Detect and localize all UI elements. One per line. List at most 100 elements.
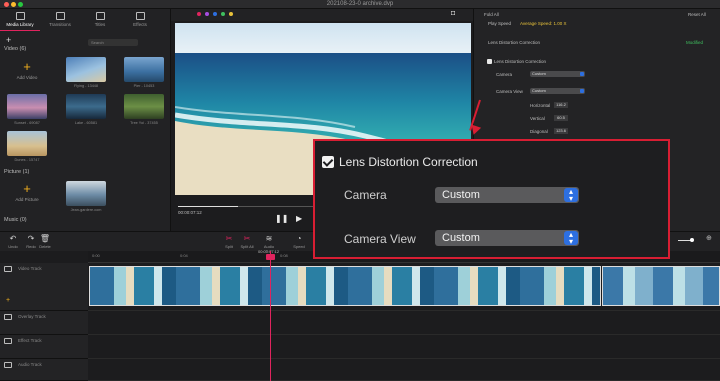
library-toolbar: + Search — [0, 32, 171, 46]
lens-section-header[interactable]: Lens Distortion Correction — [488, 40, 540, 45]
add-track-plus-icon[interactable]: + — [6, 297, 10, 304]
audio-track-icon — [4, 362, 12, 368]
video-section-header[interactable]: Video (6) — [4, 46, 26, 52]
tab-media-library[interactable]: Media Library — [0, 9, 40, 31]
tab-transitions[interactable]: Transitions — [40, 9, 80, 31]
camera-select-small[interactable]: Custom — [530, 71, 585, 77]
effect-track-icon — [4, 338, 12, 344]
video-clip-main[interactable] — [89, 266, 601, 306]
video-thumb-4[interactable] — [66, 94, 106, 119]
green-color-dot[interactable] — [221, 12, 225, 16]
media-library-panel: Media Library Transitions Titles Effects… — [0, 9, 171, 231]
video-track-icon — [4, 266, 12, 272]
video-thumb-2[interactable] — [124, 57, 164, 82]
video-clip-second[interactable] — [602, 266, 720, 306]
modified-badge: Modified — [686, 40, 704, 45]
media-library-icon — [15, 12, 25, 20]
video-track-header: Video Track + — [0, 263, 88, 311]
play-speed-value: Average Speed: 1.00 X — [520, 21, 567, 26]
chevron-updown-icon: ▴ ▾ — [564, 188, 578, 203]
play-speed-label: Play Speed — [488, 21, 512, 26]
titles-icon — [95, 12, 105, 20]
diagonal-value[interactable]: 123.6 — [554, 128, 568, 134]
video-thumb-6[interactable] — [7, 131, 47, 156]
import-plus-icon[interactable]: + — [6, 35, 11, 45]
effect-track-lane[interactable] — [88, 335, 720, 359]
yellow-color-dot[interactable] — [229, 12, 233, 16]
zoom-slider-handle[interactable] — [690, 238, 694, 242]
split-button[interactable]: ✂ Split — [220, 234, 238, 249]
audio-track-lane[interactable] — [88, 359, 720, 381]
tab-titles[interactable]: Titles — [80, 9, 120, 31]
delete-button[interactable]: 🗑 Delete — [36, 234, 54, 249]
add-picture-plus-icon: + — [23, 181, 31, 196]
library-search-input[interactable]: Search — [88, 39, 138, 46]
play-button[interactable]: ▶ — [296, 214, 302, 223]
pause-button[interactable]: ❚❚ — [275, 214, 288, 223]
zoom-in-icon[interactable]: ⊕ — [706, 234, 712, 242]
video-thumb-5[interactable] — [124, 94, 164, 119]
camera-view-select-small[interactable]: Custom — [530, 88, 585, 94]
preview-toolbar: ◘ — [171, 9, 473, 21]
picture-section-header[interactable]: Picture (1) — [4, 169, 29, 175]
camera-select[interactable]: Custom ▴ ▾ — [435, 187, 579, 203]
effects-icon — [135, 12, 145, 20]
lens-correction-label-small: Lens Distortion Correction — [494, 59, 547, 64]
library-tabs: Media Library Transitions Titles Effects — [0, 9, 171, 31]
undo-button[interactable]: ↶ Undo — [4, 234, 22, 249]
red-color-dot[interactable] — [197, 12, 201, 16]
camera-icon[interactable]: ◘ — [451, 10, 455, 17]
speed-button[interactable]: ◔ Speed — [290, 234, 308, 249]
fold-all-button[interactable]: Fold All — [484, 12, 499, 17]
music-section-header[interactable]: Music (0) — [4, 217, 27, 223]
audio-track-header: Audio Track — [0, 359, 88, 381]
playback-progress — [178, 206, 238, 207]
video-thumb-6-label: Dunes - 15747 — [14, 158, 40, 162]
title-bar: 202108-23-0 archive.dvp — [0, 0, 720, 9]
tab-effects[interactable]: Effects — [120, 9, 160, 31]
audio-edit-icon: ≋ — [265, 234, 273, 243]
split-all-button[interactable]: ✂ Split All — [238, 234, 256, 249]
video-thumb-1[interactable] — [66, 57, 106, 82]
camera-view-label: Camera View — [344, 232, 416, 246]
lens-correction-checkbox[interactable] — [322, 156, 334, 168]
video-thumb-3[interactable] — [7, 94, 47, 119]
lens-correction-zoom-callout: Lens Distortion Correction Camera Custom… — [313, 139, 670, 259]
overlay-track-header: Overlay Track — [0, 311, 88, 335]
camera-label: Camera — [344, 188, 387, 202]
preview-timecode: 00:00:07:12 — [178, 210, 202, 215]
overlay-track-icon — [4, 314, 12, 320]
video-thumb-4-label: Lake - 60581 — [74, 121, 98, 125]
delete-icon: 🗑 — [39, 234, 51, 243]
camera-view-select[interactable]: Custom ▴ ▾ — [435, 230, 579, 246]
video-thumb-1-label: Flying - 13448 — [73, 84, 99, 88]
lens-correction-checkbox-small[interactable] — [487, 59, 492, 64]
window-title: 202108-23-0 archive.dvp — [326, 1, 394, 7]
horizontal-label: Horizontal — [530, 103, 551, 108]
overlay-track-lane[interactable] — [88, 311, 720, 335]
reset-all-button[interactable]: Reset All — [688, 12, 706, 17]
blue-color-dot[interactable] — [213, 12, 217, 16]
camera-label-small: Camera — [496, 72, 513, 77]
playhead[interactable] — [270, 251, 271, 381]
add-picture-button[interactable]: + Add Picture — [6, 181, 48, 217]
split-icon: ✂ — [225, 234, 233, 243]
diagonal-label: Diagonal — [530, 129, 548, 134]
video-thumb-3-label: Sunset - 69087 — [14, 121, 40, 125]
vertical-label: Vertical — [530, 116, 545, 121]
ruler-tick-label: 0:04 — [180, 253, 188, 258]
audio-track-label: Audio Track — [18, 362, 42, 367]
effect-track-label: Effect Track — [18, 338, 42, 343]
video-thumb-2-label: Pier - 10453 — [133, 84, 155, 88]
add-video-button[interactable]: + Add Video — [6, 59, 48, 95]
vertical-value[interactable]: 60.5 — [554, 115, 568, 121]
horizontal-value[interactable]: 116.2 — [554, 102, 568, 108]
video-track-label: Video Track — [18, 266, 42, 271]
ruler-tick-label: 0:08 — [280, 253, 288, 258]
lens-correction-title: Lens Distortion Correction — [339, 155, 478, 169]
camera-select-value: Custom — [442, 189, 480, 201]
purple-color-dot[interactable] — [205, 12, 209, 16]
picture-thumb-1[interactable] — [66, 181, 106, 206]
chevron-updown-icon: ▴ ▾ — [564, 231, 578, 246]
add-video-plus-icon: + — [23, 59, 31, 74]
